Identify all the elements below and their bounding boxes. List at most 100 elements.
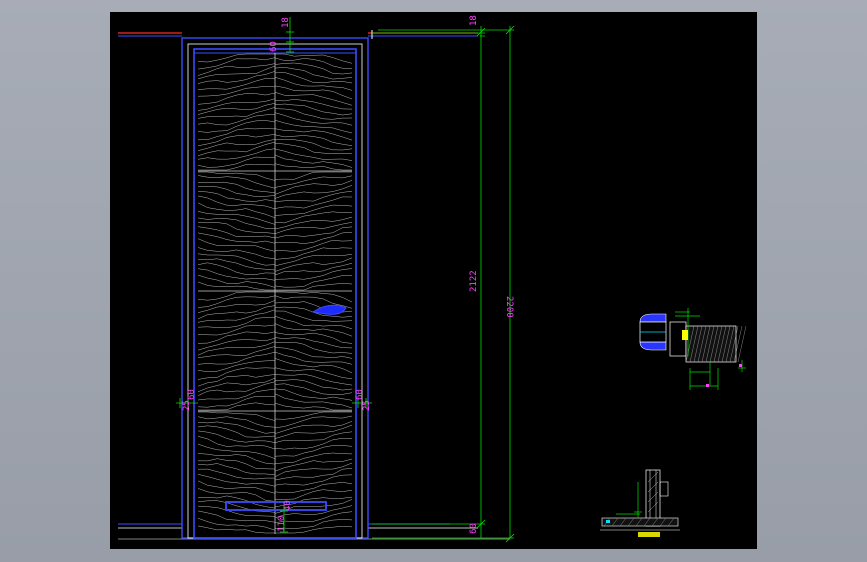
grain-line — [197, 211, 276, 225]
dim-text-40-bottom: 40 — [283, 500, 293, 511]
grain-line — [197, 367, 276, 380]
grain-line — [197, 103, 276, 115]
grain-line — [197, 53, 275, 63]
grain-line — [197, 396, 276, 408]
grain-line — [197, 463, 276, 476]
grain-line — [274, 383, 353, 395]
grain-line — [197, 217, 276, 229]
grain-line — [274, 222, 353, 235]
grain-line — [197, 71, 276, 84]
grain-line — [274, 332, 353, 344]
dim-text-18-right: 18 — [469, 15, 479, 26]
grain-line — [274, 85, 353, 100]
grain-line — [197, 247, 276, 260]
dim-text-60-bottom: 60 — [469, 523, 479, 534]
grain-line — [197, 474, 276, 487]
grain-line — [197, 148, 276, 160]
wall-lines — [118, 30, 510, 540]
grain-line — [274, 211, 353, 224]
grain-line — [197, 305, 276, 320]
grain-line — [274, 128, 353, 141]
grain-line — [197, 295, 276, 308]
grain-line — [274, 415, 353, 429]
grain-line — [197, 374, 276, 387]
dim-text-60-left: 60 — [187, 389, 197, 400]
grain-line — [274, 180, 353, 195]
grain-line — [274, 119, 353, 134]
grain-line — [274, 379, 353, 391]
grain-line — [197, 510, 276, 523]
grain-line — [274, 196, 353, 209]
grain-line — [274, 154, 353, 168]
grain-line — [197, 421, 276, 434]
grain-line — [274, 402, 352, 411]
grain-line — [197, 232, 276, 244]
dim-text-25-right: 25 — [362, 400, 372, 411]
grain-line — [197, 337, 276, 351]
grain-line — [274, 358, 353, 374]
grain-line — [274, 232, 353, 244]
grain-line — [274, 452, 353, 464]
grain-line — [274, 421, 353, 434]
grain-line — [274, 367, 353, 380]
grain-line — [197, 351, 276, 365]
grain-line — [197, 281, 275, 291]
grain-line — [198, 171, 276, 181]
grain-line — [197, 443, 276, 459]
grain-line — [274, 239, 353, 252]
grain-line — [274, 62, 353, 75]
grain-line — [197, 300, 276, 313]
grain-line — [197, 341, 276, 356]
grain-line — [274, 185, 353, 199]
side-dimension-marks — [176, 398, 372, 408]
section-detail-threshold — [600, 469, 680, 537]
grain-line — [274, 315, 353, 330]
section-detail-jamb — [639, 308, 747, 390]
grain-line — [274, 91, 353, 106]
grain-line — [275, 53, 353, 64]
grain-line — [274, 226, 353, 239]
grain-line — [197, 128, 276, 141]
grain-line — [274, 142, 353, 155]
grain-line — [274, 341, 353, 354]
grain-line — [197, 226, 276, 239]
dimension-labels: 18 60 18 2122 2200 60 25 60 60 25 40 110 — [182, 15, 514, 534]
grain-line — [275, 283, 353, 291]
grain-line — [197, 258, 276, 271]
grain-line — [274, 393, 353, 409]
grain-line — [197, 195, 276, 210]
grain-line — [197, 458, 276, 470]
dim-text-110-bottom: 110 — [277, 516, 287, 532]
grain-line — [274, 148, 353, 161]
dim-text-18-top: 18 — [281, 17, 291, 28]
grain-line — [197, 139, 276, 151]
grain-line — [274, 458, 353, 472]
grain-line — [197, 238, 276, 252]
grain-line — [274, 268, 353, 280]
height-dimensions — [372, 25, 515, 543]
grain-line — [198, 411, 276, 421]
grain-line — [197, 65, 276, 80]
door-elevation-drawing: 18 60 18 2122 2200 60 25 60 60 25 40 110 — [118, 15, 747, 543]
grain-line — [197, 309, 276, 323]
grain-line — [274, 337, 353, 349]
grain-line — [197, 291, 275, 301]
grain-line — [197, 331, 276, 344]
dim-text-25-left: 25 — [182, 400, 192, 411]
grain-line — [197, 346, 276, 358]
grain-line — [197, 134, 276, 147]
grain-line — [274, 108, 353, 120]
grain-line — [274, 175, 353, 188]
grain-line — [274, 216, 353, 230]
grain-line — [197, 436, 276, 450]
dim-text-2200: 2200 — [504, 296, 514, 318]
grain-line — [197, 78, 276, 90]
grain-line — [274, 253, 353, 267]
grain-line — [197, 425, 276, 438]
grain-line — [197, 156, 276, 168]
grain-line — [197, 92, 276, 105]
grain-line — [274, 247, 353, 260]
grain-line — [274, 103, 353, 116]
drawing-viewport[interactable]: 18 60 18 2122 2200 60 25 60 60 25 40 110 — [110, 12, 757, 549]
grain-line — [274, 462, 353, 478]
